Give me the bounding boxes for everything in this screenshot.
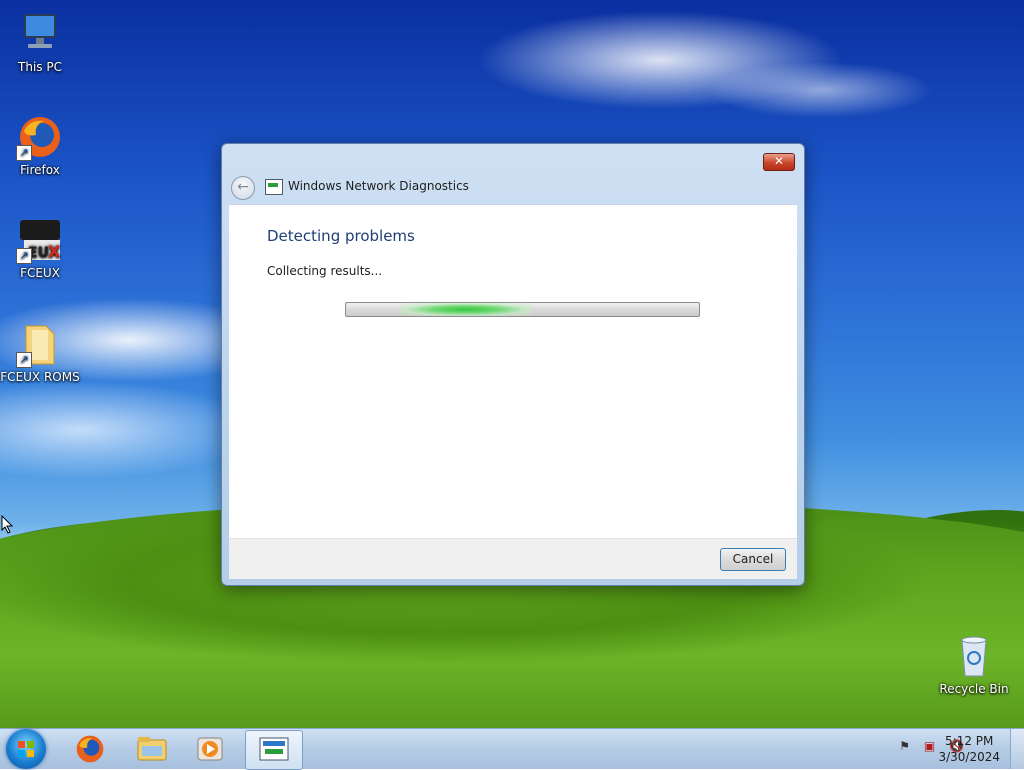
shortcut-arrow-icon: ↗ xyxy=(16,248,32,264)
network-diagnostics-icon xyxy=(259,737,289,761)
file-explorer-icon xyxy=(137,737,167,761)
taskbar-network-diagnostics[interactable] xyxy=(245,730,303,770)
taskbar-media-player[interactable] xyxy=(184,730,240,768)
taskbar-clock[interactable]: 5:12 PM 3/30/2024 xyxy=(938,733,1000,765)
network-diagnostics-window: ✕ ← Windows Network Diagnostics Detectin… xyxy=(221,143,805,586)
recycle-bin-icon xyxy=(950,632,998,680)
desktop-icon-label: Recycle Bin xyxy=(939,682,1009,696)
action-center-flag-icon[interactable]: ⚑ xyxy=(899,739,910,753)
desktop-icon-this-pc[interactable]: This PC xyxy=(0,10,80,74)
desktop-icon-fceux[interactable]: EU X ↗ FCEUX xyxy=(0,216,80,280)
network-diagnostics-icon xyxy=(265,179,283,195)
computer-icon xyxy=(16,10,64,58)
taskbar: ⚑ ▣ 🔇 5:12 PM 3/30/2024 xyxy=(0,728,1024,770)
desktop-icon-label: This PC xyxy=(18,60,62,74)
folder-icon: ↗ xyxy=(16,320,64,368)
cancel-button[interactable]: Cancel xyxy=(720,548,786,571)
dialog-content: Detecting problems Collecting results... xyxy=(229,204,797,538)
back-button[interactable]: ← xyxy=(231,176,255,200)
firefox-icon: ↗ xyxy=(16,113,64,161)
dialog-footer: Cancel xyxy=(229,538,797,579)
desktop-icon-label: FCEUX xyxy=(20,266,60,280)
media-player-icon xyxy=(197,737,223,761)
desktop-icon-label: Firefox xyxy=(20,163,60,177)
clock-date: 3/30/2024 xyxy=(938,750,1000,764)
svg-text:X: X xyxy=(48,242,61,261)
desktop-icon-fceux-roms[interactable]: ↗ FCEUX ROMS xyxy=(0,320,80,384)
status-text: Collecting results... xyxy=(267,264,383,278)
page-heading: Detecting problems xyxy=(267,227,415,245)
taskbar-firefox[interactable] xyxy=(62,730,118,768)
progress-indicator xyxy=(401,303,531,316)
close-button[interactable]: ✕ xyxy=(763,153,795,171)
fceux-icon: EU X ↗ xyxy=(16,216,64,264)
desktop-icon-recycle-bin[interactable]: Recycle Bin xyxy=(934,632,1014,696)
back-arrow-icon: ← xyxy=(237,179,249,195)
desktop-icon-firefox[interactable]: ↗ Firefox xyxy=(0,113,80,177)
network-icon[interactable]: ▣ xyxy=(924,739,935,753)
clock-time: 5:12 PM xyxy=(945,734,994,748)
mouse-cursor-icon xyxy=(1,515,14,534)
taskbar-file-explorer[interactable] xyxy=(124,730,180,768)
start-button[interactable] xyxy=(6,729,46,769)
firefox-icon xyxy=(76,735,104,763)
shortcut-arrow-icon: ↗ xyxy=(16,352,32,368)
shortcut-arrow-icon: ↗ xyxy=(16,145,32,161)
show-desktop-button[interactable] xyxy=(1010,729,1024,769)
desktop-icon-label: FCEUX ROMS xyxy=(0,370,80,384)
window-title: Windows Network Diagnostics xyxy=(288,179,469,193)
progress-bar xyxy=(345,302,700,317)
